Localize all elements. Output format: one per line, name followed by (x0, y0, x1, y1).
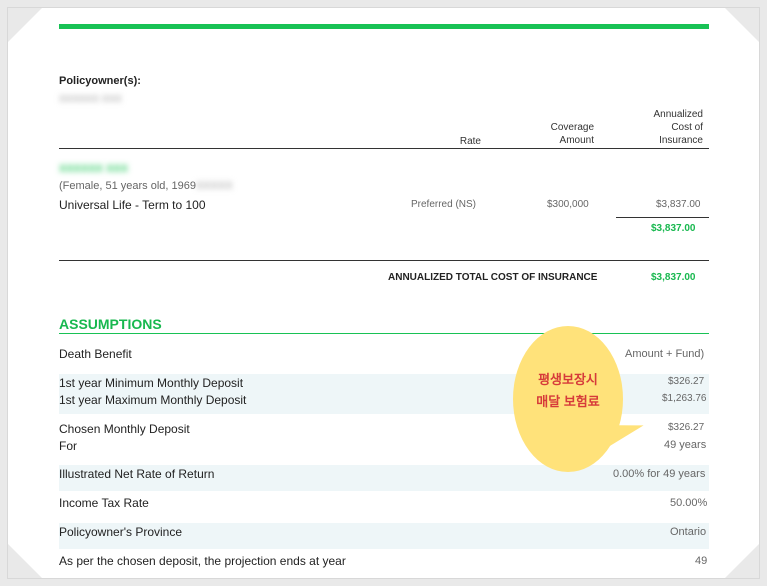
subtotal-divider (616, 217, 709, 218)
policyowner-name-redacted: XXXXXX XXX (59, 94, 122, 105)
header-accent-bar (59, 24, 709, 29)
plan-cost: $3,837.00 (656, 199, 701, 210)
total-value: $3,837.00 (651, 272, 696, 283)
assumption-value: $326.27 (668, 422, 705, 433)
policyowner-label: Policyowner(s): (59, 75, 141, 87)
assumption-label: Illustrated Net Rate of Return (59, 467, 215, 481)
page-corner-fold (8, 8, 42, 42)
assumptions-title: ASSUMPTIONS (59, 316, 162, 332)
insured-details: (Female, 51 years old, 1969XXXXX (59, 180, 233, 192)
assumption-value: $1,263.76 (662, 393, 707, 404)
assumption-value: Amount + Fund) (625, 348, 705, 360)
plan-name: Universal Life - Term to 100 (59, 198, 206, 212)
assumption-label: Policyowner's Province (59, 525, 183, 539)
assumption-label: Income Tax Rate (59, 496, 149, 510)
page-corner-fold (725, 8, 759, 42)
insured-name-redacted: XXXXXX XXX (59, 163, 129, 175)
assumption-label: Death Benefit (59, 347, 132, 361)
plan-coverage: $300,000 (547, 199, 589, 210)
assumption-value: 50.00% (670, 497, 708, 509)
assumption-label: 1st year Maximum Monthly Deposit (59, 393, 247, 407)
annotation-text-line2: 매달 보험료 (536, 394, 600, 409)
column-header-rate: Rate (459, 136, 481, 147)
page-corner-fold (8, 544, 42, 578)
column-header-annualized-cost: Annualized Cost of Insurance (653, 109, 703, 146)
header-divider (59, 148, 709, 149)
plan-subtotal: $3,837.00 (651, 223, 696, 234)
assumption-label: For (59, 439, 77, 453)
assumption-label: Chosen Monthly Deposit (59, 422, 190, 436)
page-corner-fold (725, 544, 759, 578)
assumption-label: 1st year Minimum Monthly Deposit (59, 376, 244, 390)
assumption-label: As per the chosen deposit, the projectio… (59, 554, 346, 568)
total-divider (59, 260, 709, 261)
annotation-text-line1: 평생보장시 (538, 372, 598, 387)
assumption-value: Ontario (670, 526, 707, 538)
assumptions-divider (59, 333, 709, 334)
document-page: Policyowner(s): XXXXXX XXX Rate Coverage… (8, 8, 759, 578)
total-label: ANNUALIZED TOTAL COST OF INSURANCE (388, 272, 598, 283)
assumption-value: 49 years (664, 439, 707, 451)
column-header-coverage: Coverage Amount (550, 122, 594, 146)
assumption-value: 49 (695, 555, 708, 567)
plan-rate: Preferred (NS) (411, 199, 477, 210)
assumption-value: $326.27 (668, 376, 705, 387)
assumption-value: 0.00% for 49 years (613, 468, 706, 480)
